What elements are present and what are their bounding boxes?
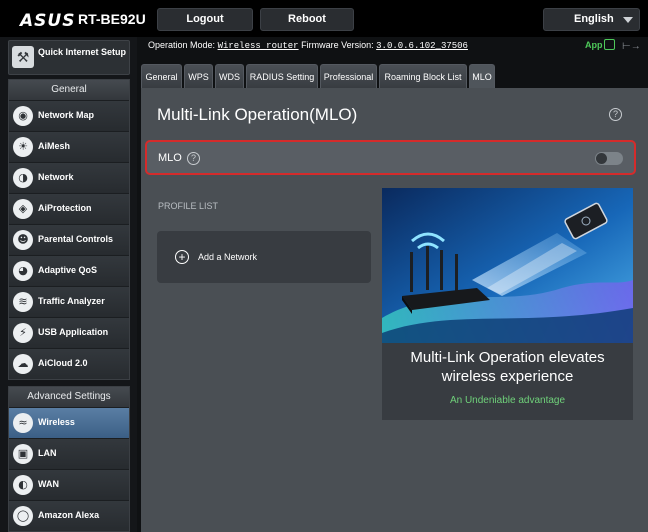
shield-lock-icon: ◈ bbox=[13, 199, 33, 219]
lan-icon: ▣ bbox=[13, 444, 33, 464]
language-select[interactable]: English bbox=[543, 8, 640, 31]
sidebar: ⚒ Quick Internet Setup General ◉ Network … bbox=[0, 37, 137, 532]
wan-globe-icon: ◐ bbox=[13, 475, 33, 495]
tab-wps[interactable]: WPS bbox=[184, 64, 213, 88]
sidebar-item-label: USB Application bbox=[38, 327, 109, 337]
advanced-settings-group: Advanced Settings ≈ Wireless ▣ LAN ◐ WAN ◯ A… bbox=[8, 386, 130, 532]
network-globe-icon: ◑ bbox=[13, 168, 33, 188]
op-mode-label: Operation Mode: bbox=[148, 40, 216, 50]
usb-icon: ⚡ bbox=[13, 323, 33, 343]
sidebar-item-aimesh[interactable]: ☀ AiMesh bbox=[9, 131, 129, 162]
model-name: RT-BE92U bbox=[78, 11, 146, 27]
general-heading: General bbox=[9, 80, 129, 100]
app-label[interactable]: App bbox=[585, 40, 603, 50]
mlo-label: MLO bbox=[158, 152, 182, 164]
app-icon[interactable] bbox=[604, 39, 615, 50]
language-value: English bbox=[574, 13, 614, 25]
firmware-link[interactable]: 3.0.0.6.102_37506 bbox=[376, 41, 468, 51]
mlo-setting-row: MLO ? bbox=[145, 140, 636, 175]
alexa-icon: ◯ bbox=[13, 506, 33, 526]
sidebar-item-amazon-alexa[interactable]: ◯ Amazon Alexa bbox=[9, 500, 129, 531]
page-title: Multi-Link Operation(MLO) bbox=[157, 105, 358, 124]
sidebar-item-label: Wireless bbox=[38, 417, 75, 427]
sidebar-item-parental-controls[interactable]: ☻ Parental Controls bbox=[9, 224, 129, 255]
add-network-button[interactable]: + Add a Network bbox=[157, 231, 371, 283]
tab-roaming-block-list[interactable]: Roaming Block List bbox=[379, 64, 467, 88]
quick-internet-setup-button[interactable]: ⚒ Quick Internet Setup bbox=[8, 40, 130, 75]
op-mode-link[interactable]: Wireless router bbox=[218, 41, 299, 51]
sidebar-item-label: Network bbox=[38, 172, 74, 182]
advanced-settings-heading: Advanced Settings bbox=[9, 387, 129, 407]
sidebar-item-label: Network Map bbox=[38, 110, 95, 120]
speedometer-icon: ◕ bbox=[13, 261, 33, 281]
sidebar-item-adaptive-qos[interactable]: ◕ Adaptive QoS bbox=[9, 255, 129, 286]
usb-status-icon[interactable]: ⊢→ bbox=[622, 41, 641, 52]
sidebar-item-usb-application[interactable]: ⚡ USB Application bbox=[9, 317, 129, 348]
tab-general[interactable]: General bbox=[141, 64, 182, 88]
profile-list-heading: PROFILE LIST bbox=[158, 201, 219, 211]
sidebar-item-label: LAN bbox=[38, 448, 57, 458]
aimesh-icon: ☀ bbox=[13, 137, 33, 157]
mlo-help-icon[interactable]: ? bbox=[187, 152, 200, 165]
status-line: Operation Mode: Wireless router Firmware… bbox=[148, 40, 468, 51]
wifi-icon: ≈ bbox=[13, 413, 33, 433]
top-bar: ASUS RT-BE92U Logout Reboot English bbox=[0, 0, 648, 37]
logout-button[interactable]: Logout bbox=[157, 8, 253, 31]
asus-logo[interactable]: ASUS bbox=[20, 11, 75, 31]
sidebar-item-lan[interactable]: ▣ LAN bbox=[9, 438, 129, 469]
reboot-button[interactable]: Reboot bbox=[260, 8, 354, 31]
promo-headline-line2: wireless experience bbox=[441, 368, 574, 385]
quick-internet-setup-label: Quick Internet Setup bbox=[38, 47, 127, 57]
sidebar-item-label: Traffic Analyzer bbox=[38, 296, 105, 306]
sidebar-item-aicloud[interactable]: ☁ AiCloud 2.0 bbox=[9, 348, 129, 379]
sidebar-item-label: Adaptive QoS bbox=[38, 265, 98, 275]
wrench-icon: ⚒ bbox=[12, 46, 34, 68]
sidebar-item-label: Amazon Alexa bbox=[38, 510, 100, 520]
general-group: General ◉ Network Map ☀ AiMesh ◑ Network ◈ A… bbox=[8, 79, 130, 380]
sidebar-item-label: AiMesh bbox=[38, 141, 71, 151]
mlo-promo-card: Multi-Link Operation elevates wireless e… bbox=[382, 188, 633, 420]
promo-headline-line1: Multi-Link Operation elevates bbox=[410, 349, 605, 366]
tab-professional[interactable]: Professional bbox=[320, 64, 377, 88]
family-icon: ☻ bbox=[13, 230, 33, 250]
sidebar-item-label: Parental Controls bbox=[38, 234, 114, 244]
sidebar-item-label: WAN bbox=[38, 479, 59, 489]
sidebar-item-traffic-analyzer[interactable]: ≋ Traffic Analyzer bbox=[9, 286, 129, 317]
tab-radius-setting[interactable]: RADIUS Setting bbox=[246, 64, 318, 88]
tab-mlo[interactable]: MLO bbox=[469, 64, 495, 88]
promo-headline: Multi-Link Operation elevates wireless e… bbox=[382, 348, 633, 386]
chevron-down-icon bbox=[623, 17, 633, 23]
sidebar-item-aiprotection[interactable]: ◈ AiProtection bbox=[9, 193, 129, 224]
mlo-toggle[interactable] bbox=[595, 152, 623, 165]
analyzer-icon: ≋ bbox=[13, 292, 33, 312]
cloud-icon: ☁ bbox=[13, 354, 33, 374]
router-illustration bbox=[382, 188, 633, 343]
sidebar-item-label: AiCloud 2.0 bbox=[38, 358, 88, 368]
sidebar-item-wan[interactable]: ◐ WAN bbox=[9, 469, 129, 500]
sidebar-item-label: AiProtection bbox=[38, 203, 92, 213]
sidebar-item-wireless[interactable]: ≈ Wireless bbox=[9, 407, 129, 438]
sidebar-item-network-map[interactable]: ◉ Network Map bbox=[9, 100, 129, 131]
promo-subtitle: An Undeniable advantage bbox=[449, 395, 566, 406]
add-network-label: Add a Network bbox=[198, 252, 258, 262]
plus-icon: + bbox=[175, 250, 189, 264]
sidebar-item-network[interactable]: ◑ Network bbox=[9, 162, 129, 193]
tab-wds[interactable]: WDS bbox=[215, 64, 244, 88]
toggle-knob bbox=[596, 153, 607, 164]
help-icon[interactable]: ? bbox=[609, 108, 622, 121]
firmware-label: Firmware Version: bbox=[301, 40, 374, 50]
network-map-icon: ◉ bbox=[13, 106, 33, 126]
